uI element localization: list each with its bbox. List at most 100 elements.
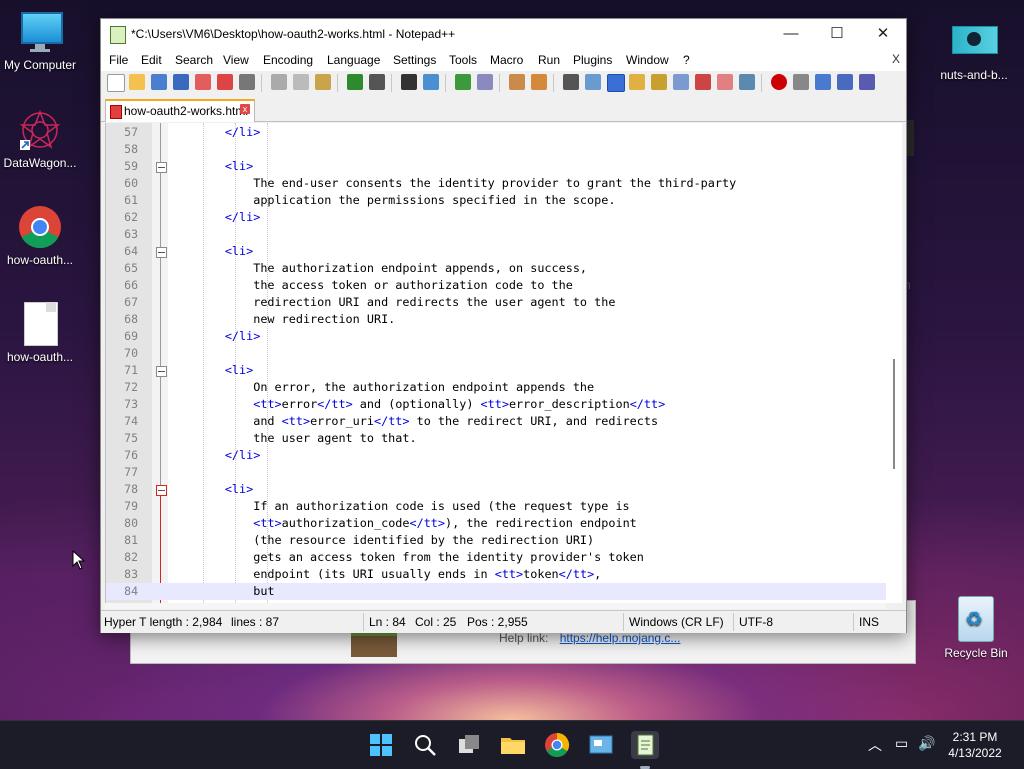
document-list-icon[interactable] [717, 74, 733, 90]
menu-tools[interactable]: Tools [449, 53, 477, 67]
horizontal-scrollbar[interactable] [105, 603, 886, 609]
task-view-icon[interactable] [455, 731, 483, 759]
desktop-icon-chrome[interactable]: how-oauth... [0, 205, 80, 267]
network-icon[interactable]: ▭ [895, 735, 908, 752]
code-line[interactable]: 83 endpoint (its URI usually ends in <tt… [106, 566, 887, 583]
volume-icon[interactable]: 🔊 [918, 735, 935, 752]
zoom-out-icon[interactable] [477, 74, 493, 90]
show-all-characters-icon[interactable] [585, 74, 601, 90]
code-line[interactable]: 71 <li> [106, 362, 887, 379]
run-macro-multiple-icon[interactable] [837, 74, 853, 90]
fold-toggle-icon[interactable] [156, 485, 167, 496]
menu-settings[interactable]: Settings [393, 53, 436, 67]
code-line[interactable]: 70 [106, 345, 887, 362]
system-clock[interactable]: 2:31 PM 4/13/2022 [940, 729, 1010, 761]
code-editor[interactable]: 57 </li> 58 59 <li> 60 The end-user consent… [105, 123, 887, 603]
code-line[interactable]: 67 redirection URI and redirects the use… [106, 294, 887, 311]
cut-icon[interactable] [271, 74, 287, 90]
maximize-button[interactable]: ☐ [814, 19, 860, 49]
redo-icon[interactable] [369, 74, 385, 90]
start-button-windows-icon[interactable] [367, 731, 395, 759]
code-line[interactable]: 72 On error, the authorization endpoint … [106, 379, 887, 396]
menu-plugins[interactable]: Plugins [573, 53, 612, 67]
monitoring-eye-icon[interactable] [739, 74, 755, 90]
menu-edit[interactable]: Edit [141, 53, 162, 67]
code-line[interactable]: 60 The end-user consents the identity pr… [106, 175, 887, 192]
code-line[interactable]: 63 [106, 226, 887, 243]
playback-macro-icon[interactable] [815, 74, 831, 90]
code-line[interactable]: 66 the access token or authorization cod… [106, 277, 887, 294]
menu-window[interactable]: Window [626, 53, 669, 67]
save-icon[interactable] [151, 74, 167, 90]
code-line[interactable]: 79 If an authorization code is used (the… [106, 498, 887, 515]
code-line[interactable]: 75 the user agent to that. [106, 430, 887, 447]
menu-macro[interactable]: Macro [490, 53, 523, 67]
code-line[interactable]: 58 [106, 141, 887, 158]
desktop-icon-datawagon[interactable]: DataWagon... [0, 108, 80, 170]
desktop-icon-nuts-and-bolts[interactable]: nuts-and-b... [934, 20, 1014, 82]
folder-as-workspace-icon[interactable] [695, 74, 711, 90]
desktop-icon-my-computer[interactable]: My Computer [0, 10, 80, 72]
open-file-icon[interactable] [129, 74, 145, 90]
desktop-icon-html-file[interactable]: how-oauth... [0, 302, 80, 364]
stop-recording-icon[interactable] [793, 74, 809, 90]
new-file-icon[interactable] [107, 74, 125, 92]
code-line[interactable]: 80 <tt>authorization_code</tt>), the red… [106, 515, 887, 532]
record-macro-icon[interactable] [771, 74, 787, 90]
close-all-icon[interactable] [217, 74, 233, 90]
fold-toggle-icon[interactable] [156, 247, 167, 258]
code-line[interactable]: 73 <tt>error</tt> and (optionally) <tt>e… [106, 396, 887, 413]
code-line[interactable]: 59 <li> [106, 158, 887, 175]
word-wrap-icon[interactable] [563, 74, 579, 90]
code-line[interactable]: 78 <li> [106, 481, 887, 498]
help-link[interactable]: https://help.mojang.c... [560, 631, 681, 645]
close-file-icon[interactable] [195, 74, 211, 90]
chrome-taskbar-icon[interactable] [543, 731, 571, 759]
control-panel-icon[interactable] [587, 731, 615, 759]
find-icon[interactable] [401, 74, 417, 90]
code-line[interactable]: 64 <li> [106, 243, 887, 260]
menu-encoding[interactable]: Encoding [263, 53, 313, 67]
code-line[interactable]: 84 but [106, 583, 887, 600]
zoom-in-icon[interactable] [455, 74, 471, 90]
copy-icon[interactable] [293, 74, 309, 90]
title-bar[interactable]: *C:\Users\VM6\Desktop\how-oauth2-works.h… [101, 19, 906, 49]
fold-toggle-icon[interactable] [156, 162, 167, 173]
vertical-scrollbar[interactable] [886, 123, 902, 603]
fold-toggle-icon[interactable] [156, 366, 167, 377]
tab-how-oauth2-works[interactable]: how-oauth2-works.html x [105, 99, 255, 122]
code-line[interactable]: 57 </li> [106, 124, 887, 141]
indent-guide-icon[interactable] [607, 74, 625, 92]
function-list-icon[interactable] [673, 74, 689, 90]
code-line[interactable]: 62 </li> [106, 209, 887, 226]
desktop-icon-recycle-bin[interactable]: Recycle Bin [940, 596, 1012, 660]
tab-close-icon[interactable]: x [240, 104, 250, 114]
code-line[interactable]: 68 new redirection URI. [106, 311, 887, 328]
code-line[interactable]: 76 </li> [106, 447, 887, 464]
minimize-button[interactable]: — [768, 19, 814, 49]
search-icon[interactable] [411, 731, 439, 759]
notepad-plus-plus-window[interactable]: *C:\Users\VM6\Desktop\how-oauth2-works.h… [100, 18, 907, 633]
menu-file[interactable]: File [109, 53, 128, 67]
save-all-icon[interactable] [173, 74, 189, 90]
code-line[interactable]: 77 [106, 464, 887, 481]
show-hidden-icons-chevron-icon[interactable]: ︿ [868, 735, 882, 755]
user-language-icon[interactable] [629, 74, 645, 90]
scrollbar-thumb[interactable] [893, 359, 895, 469]
code-line[interactable]: 81 (the resource identified by the redir… [106, 532, 887, 549]
code-line[interactable]: 74 and <tt>error_uri</tt> to the redirec… [106, 413, 887, 430]
file-explorer-icon[interactable] [499, 731, 527, 759]
paste-icon[interactable] [315, 74, 331, 90]
menu-help[interactable]: ? [683, 53, 690, 67]
close-document-button[interactable]: X [892, 52, 900, 66]
document-map-icon[interactable] [651, 74, 667, 90]
replace-icon[interactable] [423, 74, 439, 90]
menu-language[interactable]: Language [327, 53, 380, 67]
undo-icon[interactable] [347, 74, 363, 90]
print-icon[interactable] [239, 74, 255, 90]
code-line[interactable]: 82 gets an access token from the identit… [106, 549, 887, 566]
close-button[interactable]: ✕ [860, 19, 906, 49]
save-macro-icon[interactable] [859, 74, 875, 90]
code-line[interactable]: 61 application the permissions specified… [106, 192, 887, 209]
code-line[interactable]: 69 </li> [106, 328, 887, 345]
